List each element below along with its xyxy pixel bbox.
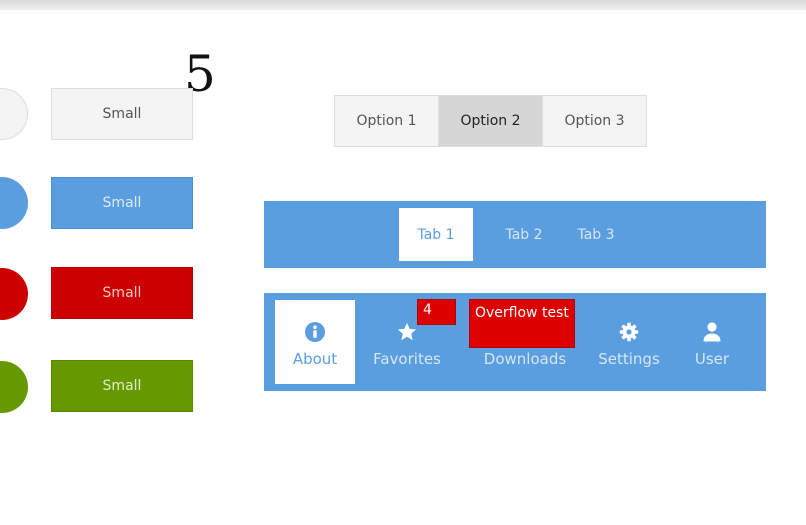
tab-2[interactable]: Tab 2 bbox=[489, 208, 559, 261]
gear-icon bbox=[619, 320, 639, 344]
segment-option-1[interactable]: Option 1 bbox=[335, 96, 439, 146]
segment-option-2[interactable]: Option 2 bbox=[439, 96, 543, 146]
small-button-default[interactable]: Small bbox=[51, 88, 193, 140]
icon-tab-label: User bbox=[694, 350, 730, 368]
circle-success[interactable] bbox=[0, 361, 28, 413]
segmented-control: Option 1 Option 2 Option 3 bbox=[334, 95, 647, 147]
icon-tab-label: Settings bbox=[598, 350, 660, 368]
icon-tab-label: Favorites bbox=[373, 350, 441, 368]
icon-tab-label: Downloads bbox=[483, 350, 567, 368]
small-button-primary[interactable]: Small bbox=[51, 177, 193, 229]
circle-primary[interactable] bbox=[0, 177, 28, 229]
downloads-overflow-badge: Overflow test bbox=[469, 299, 575, 348]
circle-danger[interactable] bbox=[0, 268, 28, 320]
favorites-count-badge: 4 bbox=[417, 299, 456, 325]
icon-tab-settings[interactable]: Settings bbox=[591, 300, 667, 384]
tab-1[interactable]: Tab 1 bbox=[399, 208, 473, 261]
icon-tab-about[interactable]: About bbox=[275, 300, 355, 384]
tab-3[interactable]: Tab 3 bbox=[561, 208, 631, 261]
small-button-danger[interactable]: Small bbox=[51, 267, 193, 319]
circle-default[interactable] bbox=[0, 88, 28, 140]
top-shadow-bar bbox=[0, 0, 806, 10]
segment-option-3[interactable]: Option 3 bbox=[543, 96, 646, 146]
small-button-success[interactable]: Small bbox=[51, 360, 193, 412]
info-icon bbox=[305, 320, 325, 344]
icon-tab-bar: About Favorites Downloads Settings User … bbox=[264, 293, 766, 391]
tab-bar: Tab 1 Tab 2 Tab 3 bbox=[264, 201, 766, 268]
icon-tab-label: About bbox=[292, 350, 338, 368]
user-icon bbox=[703, 320, 721, 344]
icon-tab-user[interactable]: User bbox=[684, 300, 740, 384]
star-icon bbox=[396, 320, 418, 344]
